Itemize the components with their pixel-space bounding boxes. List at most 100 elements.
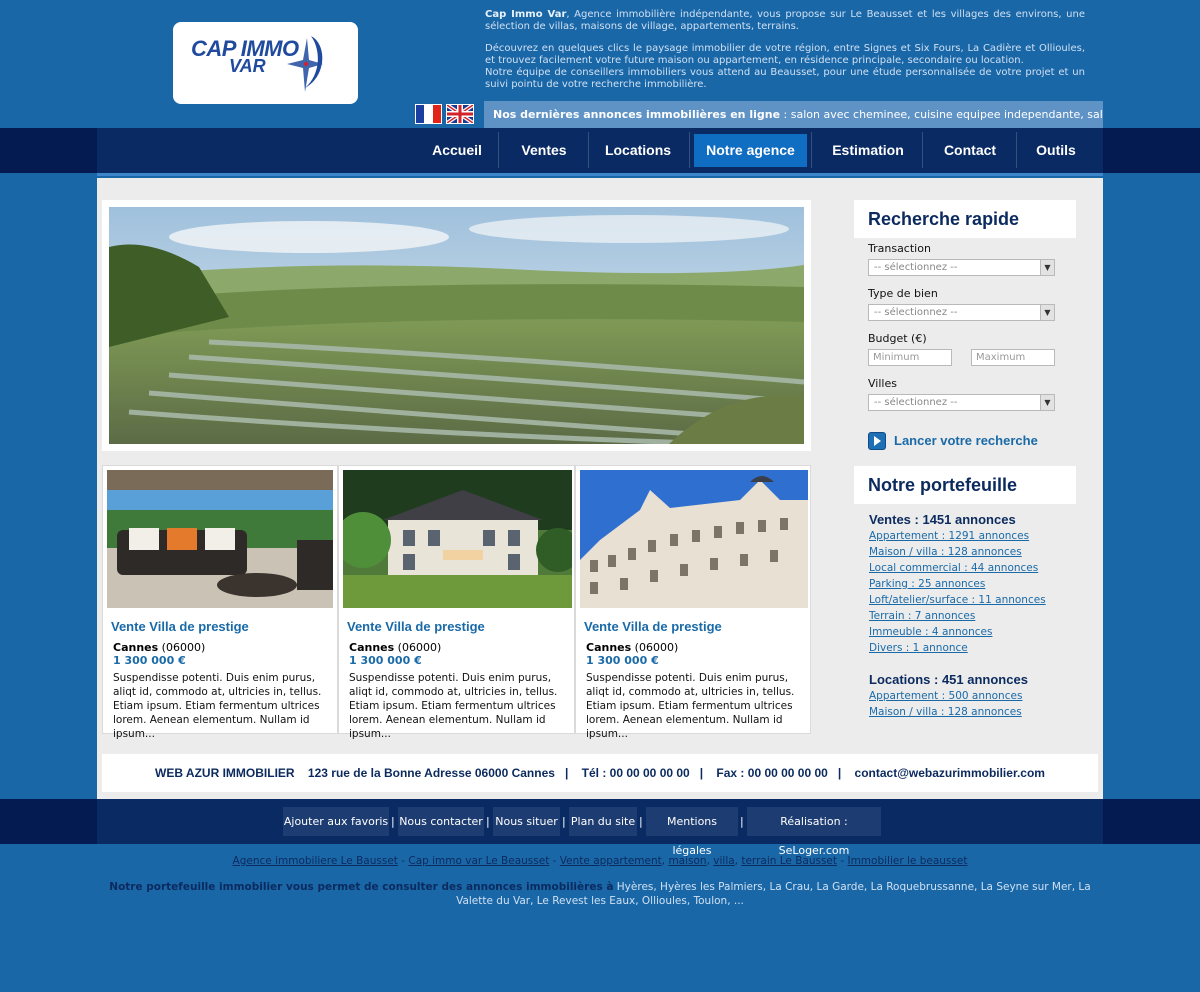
listing-city: Cannes (113, 641, 159, 654)
search-submit-button[interactable]: Lancer votre recherche (894, 433, 1038, 448)
listing-title[interactable]: Vente Villa de prestige (111, 619, 249, 634)
chevron-down-icon[interactable]: ▼ (1040, 395, 1054, 410)
company-name: WEB AZUR IMMOBILIER (155, 766, 295, 780)
footer-add-favorites[interactable]: Ajouter aux favoris (283, 807, 389, 836)
budget-max-input[interactable]: Maximum (971, 349, 1055, 366)
nav-ventes[interactable]: Ventes (508, 134, 580, 167)
property-type-label: Type de bien (868, 287, 938, 300)
listing-city: Cannes (586, 641, 632, 654)
seo-link-immobilier[interactable]: Immobilier le beausset (847, 855, 967, 867)
transaction-select[interactable]: -- sélectionnez -- ▼ (868, 259, 1055, 276)
ticker-label: Nos dernières annonces immobilières en l… (493, 108, 781, 121)
logo-text-var: VAR (229, 56, 266, 76)
nav-locations[interactable]: Locations (596, 134, 680, 167)
sales-link-loft[interactable]: Loft/atelier/surface : 11 annonces (869, 594, 1046, 606)
listing-city: Cannes (349, 641, 395, 654)
listing-photo[interactable] (343, 470, 572, 608)
listing-card[interactable]: Vente Villa de prestige Cannes (06000) 1… (575, 465, 811, 740)
listing-title[interactable]: Vente Villa de prestige (584, 619, 722, 634)
portfolio-title: Notre portefeuille (854, 466, 1076, 504)
sales-link-terrain[interactable]: Terrain : 7 annonces (869, 610, 975, 622)
footer-separator: | (562, 815, 566, 828)
intro-paragraph-1: , Agence immobilière indépendante, vous … (485, 9, 1085, 32)
nav-outils[interactable]: Outils (1024, 134, 1088, 167)
footer-separator: | (639, 815, 643, 828)
seo-link-terrain[interactable]: terrain Le Bausset (741, 855, 837, 867)
budget-label: Budget (€) (868, 332, 927, 345)
listing-price: 1 300 000 € (586, 654, 659, 667)
logo[interactable]: CAP IMMO VAR (173, 22, 358, 104)
rentals-link-appartement[interactable]: Appartement : 500 annonces (869, 690, 1022, 702)
seo-link-maison[interactable]: maison (668, 855, 706, 867)
lavender-landscape-image (109, 207, 804, 444)
listing-location: Cannes (06000) (349, 641, 441, 654)
chevron-down-icon[interactable]: ▼ (1040, 260, 1054, 275)
nav-separator (1016, 132, 1017, 168)
latest-listings-ticker[interactable]: Nos dernières annonces immobilières en l… (484, 101, 1103, 128)
nav-notre-agence[interactable]: Notre agence (694, 134, 807, 167)
sales-link-divers[interactable]: Divers : 1 annonce (869, 642, 968, 654)
listing-card[interactable]: Vente Villa de prestige Cannes (06000) 1… (102, 465, 338, 740)
listing-zip: (06000) (631, 641, 679, 654)
footer-sitemap[interactable]: Plan du site (569, 807, 637, 836)
ticker-text: : salon avec cheminee, cuisine equipee i… (783, 108, 1103, 121)
company-email-link[interactable]: contact@webazurimmobilier.com (855, 766, 1045, 780)
seo-link-vente-appartement[interactable]: Vente appartement (560, 855, 662, 867)
footer-find-us[interactable]: Nous situer (493, 807, 560, 836)
property-type-select-value: -- sélectionnez -- (874, 307, 958, 318)
uk-flag-icon[interactable] (445, 103, 475, 125)
listing-description: Suspendisse potenti. Duis enim purus, al… (349, 672, 558, 740)
listing-description: Suspendisse potenti. Duis enim purus, al… (586, 672, 795, 740)
nav-separator (588, 132, 589, 168)
listing-price: 1 300 000 € (349, 654, 422, 667)
nav-underline (97, 173, 1103, 176)
cities-select[interactable]: -- sélectionnez -- ▼ (868, 394, 1055, 411)
transaction-select-value: -- sélectionnez -- (874, 262, 958, 273)
listing-photo[interactable] (580, 470, 808, 608)
budget-min-input[interactable]: Minimum (868, 349, 952, 366)
nav-accueil[interactable]: Accueil (424, 134, 490, 167)
footer-contact-us[interactable]: Nous contacter (398, 807, 484, 836)
footer-separator: | (391, 815, 395, 828)
intro-brand: Cap Immo Var (485, 9, 567, 20)
chevron-down-icon[interactable]: ▼ (1040, 305, 1054, 320)
cities-select-value: -- sélectionnez -- (874, 397, 958, 408)
intro-paragraph-3: Notre équipe de conseillers immobiliers … (485, 67, 1085, 90)
intro-text: Cap Immo Var, Agence immobilière indépen… (485, 9, 1085, 91)
cities-label: Villes (868, 377, 897, 390)
sales-link-immeuble[interactable]: Immeuble : 4 annonces (869, 626, 992, 638)
intro-paragraph-2: Découvrez en quelques clics le paysage i… (485, 43, 1085, 66)
listing-zip: (06000) (158, 641, 206, 654)
property-type-select[interactable]: -- sélectionnez -- ▼ (868, 304, 1055, 321)
nav-separator (811, 132, 812, 168)
seo-cities-text: Notre portefeuille immobilier vous perme… (100, 880, 1100, 908)
company-fax: Fax : 00 00 00 00 00 (716, 766, 828, 780)
rentals-link-maison[interactable]: Maison / villa : 128 annonces (869, 706, 1022, 718)
french-flag-icon[interactable] (415, 104, 442, 124)
company-address: 123 rue de la Bonne Adresse 06000 Cannes (307, 766, 555, 780)
arrow-right-icon[interactable] (868, 432, 886, 450)
footer-credits[interactable]: Réalisation : SeLoger.com (747, 807, 881, 857)
footer-separator: | (486, 815, 490, 828)
seo-link-agence[interactable]: Agence immobiliere Le Bausset (233, 855, 398, 867)
nav-contact[interactable]: Contact (932, 134, 1008, 167)
seo-link-villa[interactable]: villa (713, 855, 734, 867)
listing-title[interactable]: Vente Villa de prestige (347, 619, 485, 634)
listing-price: 1 300 000 € (113, 654, 186, 667)
listing-card[interactable]: Vente Villa de prestige Cannes (06000) 1… (338, 465, 575, 740)
listing-zip: (06000) (394, 641, 442, 654)
footer-legal-notices[interactable]: Mentions légales (646, 807, 738, 857)
sales-link-maison[interactable]: Maison / villa : 128 annonces (869, 546, 1022, 558)
company-phone: Tél : 00 00 00 00 00 (581, 766, 690, 780)
listing-photo[interactable] (107, 470, 333, 608)
sales-link-appartement[interactable]: Appartement : 1291 annonces (869, 530, 1029, 542)
seo-text-bold: Notre portefeuille immobilier vous perme… (109, 881, 614, 893)
nav-estimation[interactable]: Estimation (822, 134, 914, 167)
quick-search-title: Recherche rapide (854, 200, 1076, 238)
contact-bar: WEB AZUR IMMOBILIER 123 rue de la Bonne … (102, 754, 1098, 792)
sales-link-local-commercial[interactable]: Local commercial : 44 annonces (869, 562, 1038, 574)
seo-link-cap-immo[interactable]: Cap immo var Le Beausset (408, 855, 549, 867)
footer-separator: | (740, 815, 744, 828)
sales-link-parking[interactable]: Parking : 25 annonces (869, 578, 985, 590)
compass-icon (287, 36, 323, 92)
